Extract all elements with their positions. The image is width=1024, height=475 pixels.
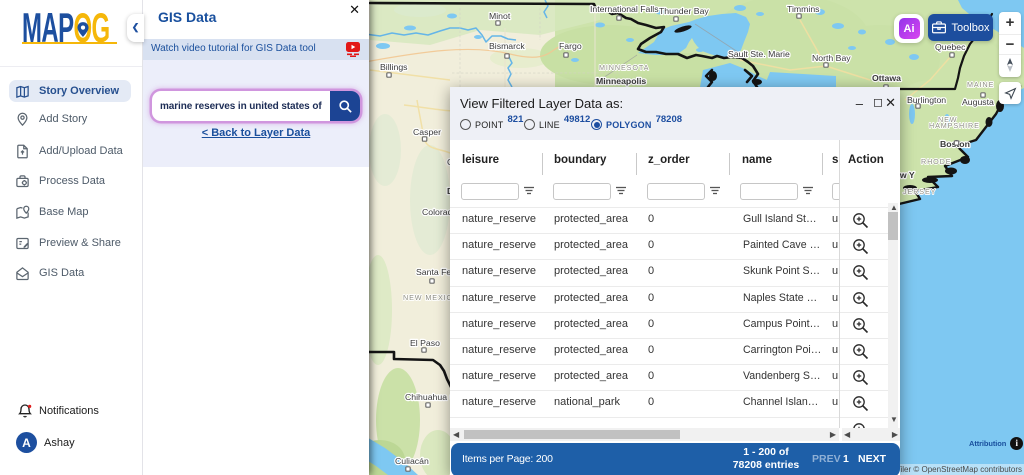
svg-text:Bismarck: Bismarck <box>489 41 525 51</box>
svg-text:HAMPSHIRE: HAMPSHIRE <box>929 121 980 130</box>
svg-text:JERSEY: JERSEY <box>903 187 936 196</box>
svg-text:Ottawa: Ottawa <box>872 73 901 83</box>
svg-text:Timmins: Timmins <box>787 4 820 14</box>
svg-text:Casper: Casper <box>413 127 441 137</box>
svg-text:MAINE: MAINE <box>967 80 994 89</box>
svg-text:Quebec: Quebec <box>935 42 966 52</box>
svg-text:Billings: Billings <box>380 62 408 72</box>
svg-text:Burlington: Burlington <box>907 95 946 105</box>
svg-text:RHODE: RHODE <box>921 157 951 166</box>
svg-text:Fargo: Fargo <box>559 41 582 51</box>
svg-text:Sault Ste. Marie: Sault Ste. Marie <box>728 49 790 59</box>
svg-text:Minot: Minot <box>489 11 511 21</box>
svg-text:Thunder Bay: Thunder Bay <box>659 6 709 16</box>
svg-text:International Falls: International Falls <box>590 4 659 14</box>
svg-text:Augusta: Augusta <box>962 97 994 107</box>
svg-text:Santa Fe: Santa Fe <box>416 267 451 277</box>
svg-text:El Paso: El Paso <box>410 338 440 348</box>
svg-text:Culiacán: Culiacán <box>395 456 429 466</box>
svg-text:MINNESOTA: MINNESOTA <box>599 63 649 72</box>
svg-text:North Bay: North Bay <box>812 53 851 63</box>
svg-text:Minneapolis: Minneapolis <box>596 76 646 86</box>
